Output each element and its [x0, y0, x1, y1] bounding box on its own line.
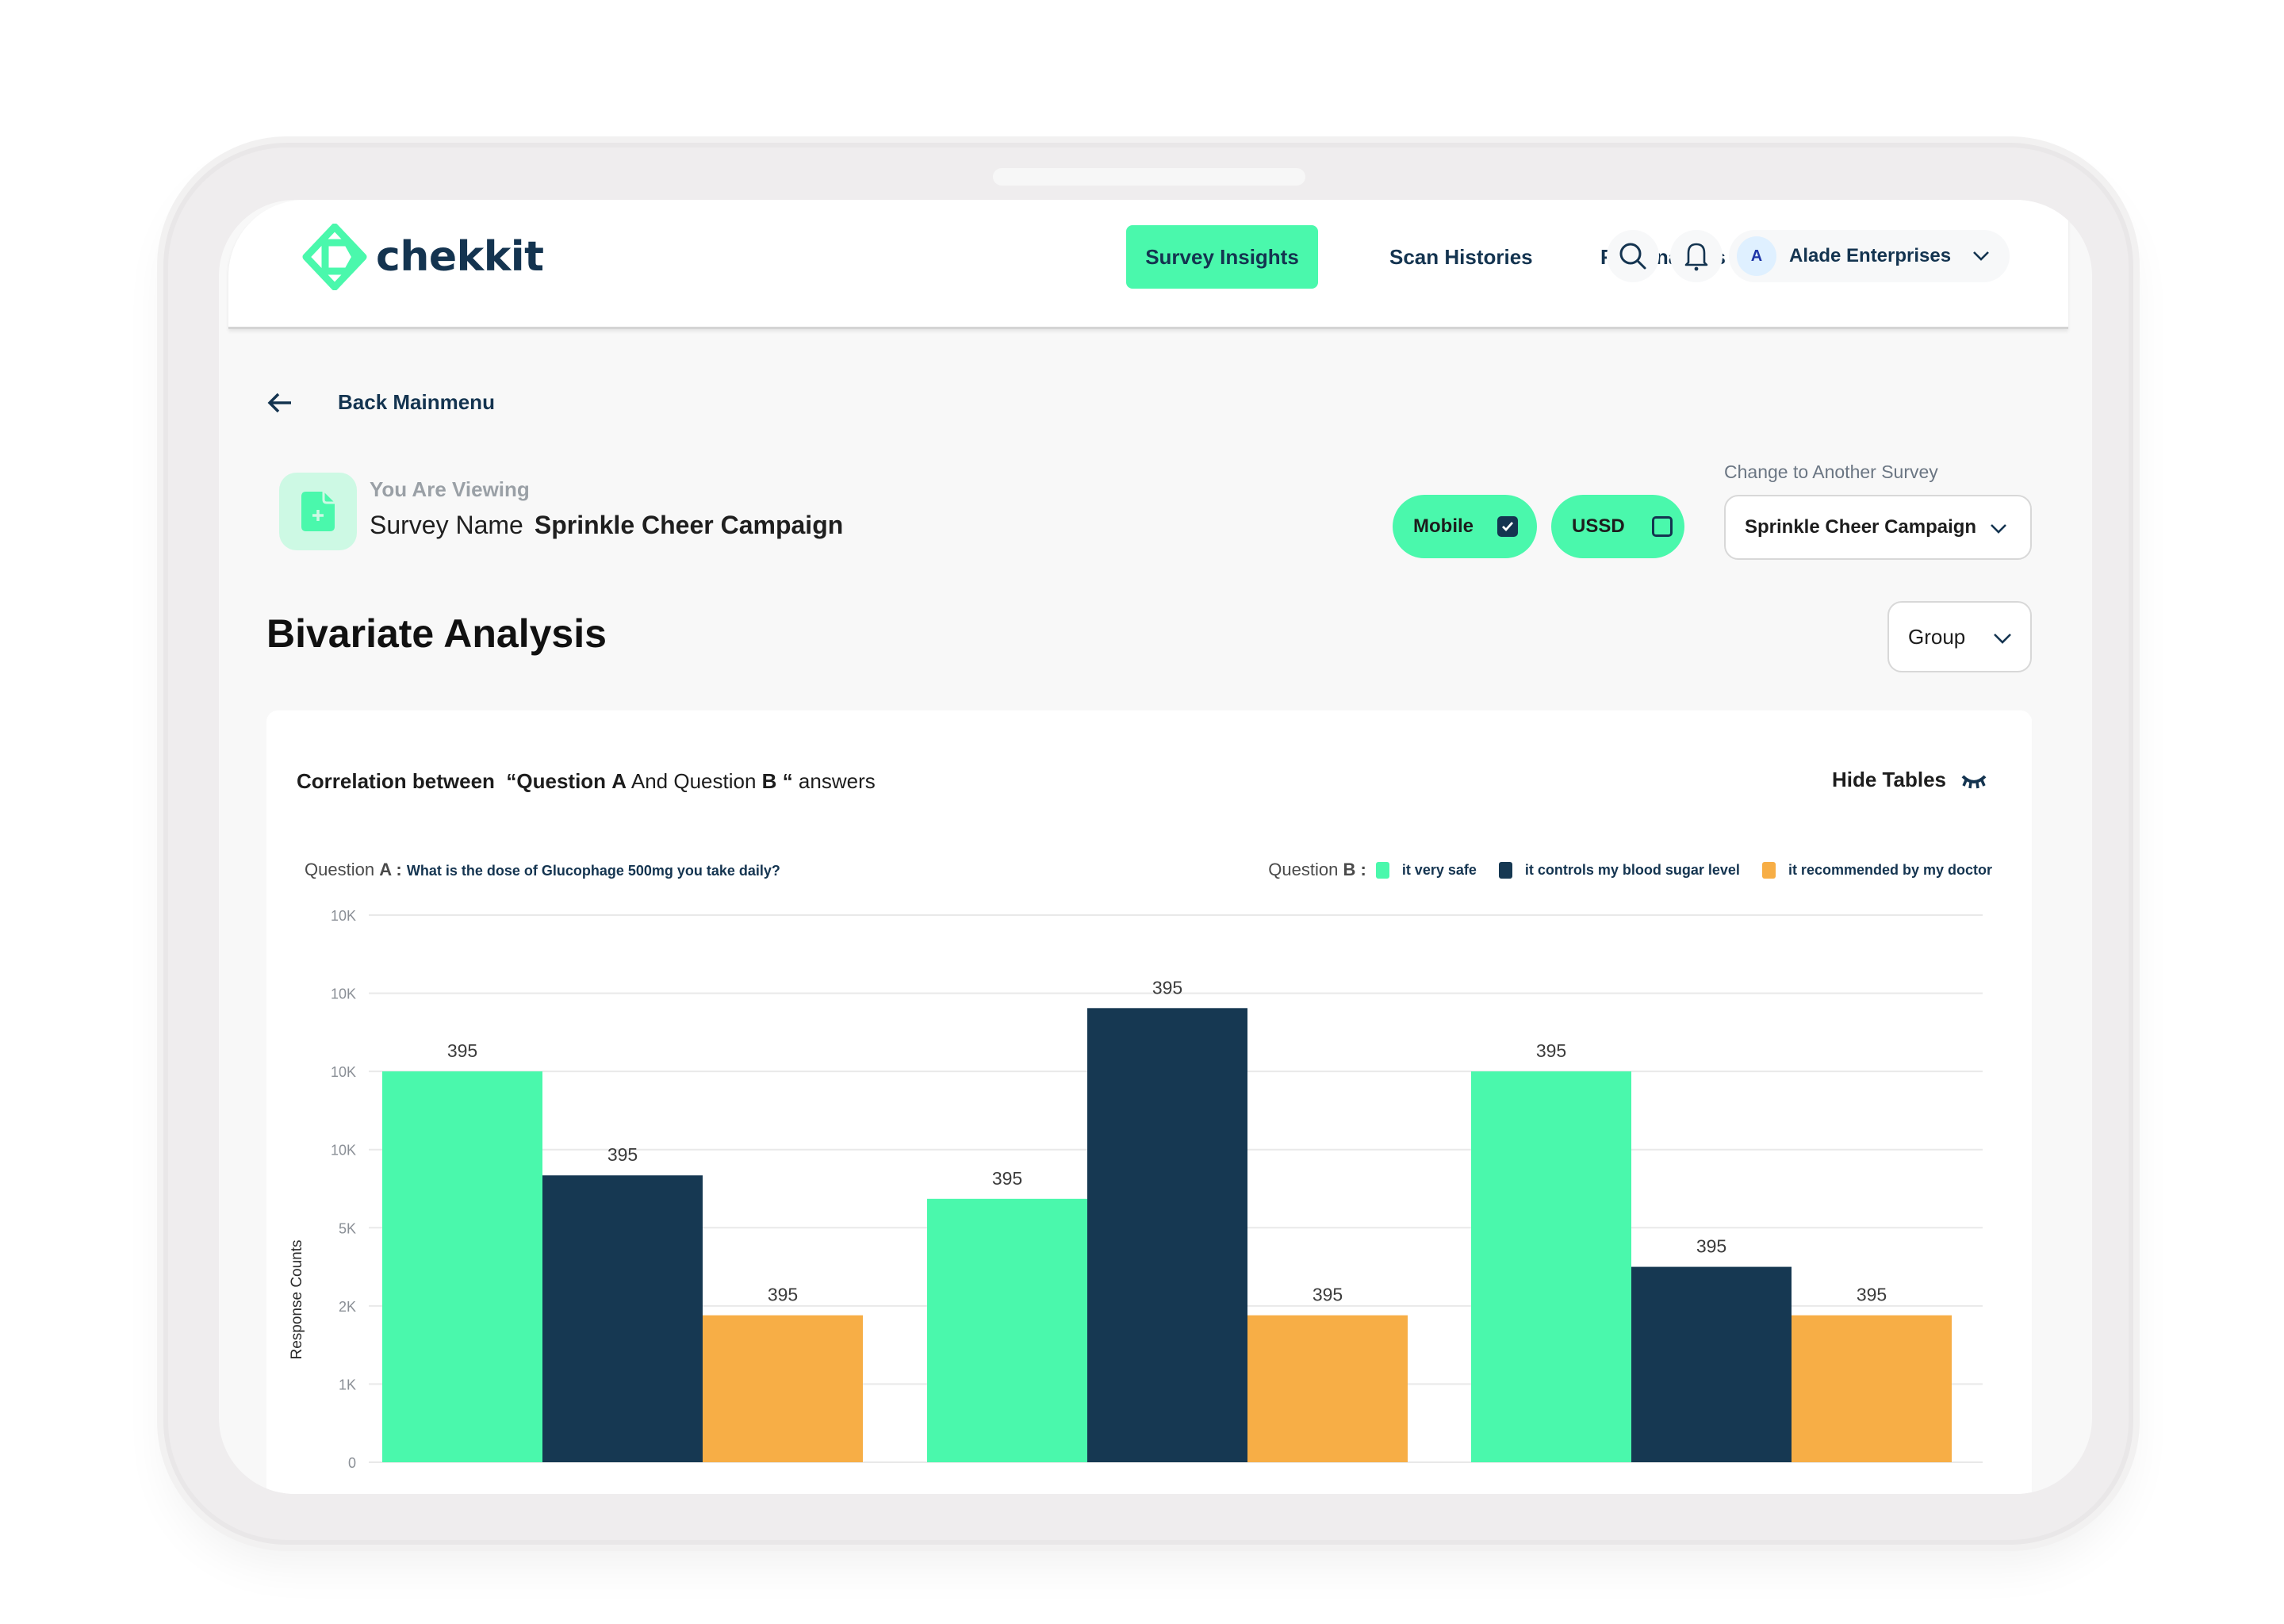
survey-name-line: Survey Name Sprinkle Cheer Campaign	[370, 511, 843, 540]
change-survey-label: Change to Another Survey	[1724, 462, 1938, 482]
you-are-viewing-label: You Are Viewing	[370, 477, 530, 501]
avatar: A	[1737, 236, 1776, 276]
chevron-down-icon	[1991, 524, 2006, 534]
survey-file-icon-badge	[279, 473, 357, 550]
y-axis-title: Response Counts	[289, 1239, 305, 1359]
survey-select[interactable]: Sprinkle Cheer Campaign	[1724, 495, 2032, 560]
checkbox-checked[interactable]	[1497, 516, 1518, 537]
app-screen: chekkit Survey Insights Scan Histories F…	[219, 200, 2092, 1494]
y-tick-label: 10K	[331, 908, 356, 924]
page-title: Bivariate Analysis	[266, 611, 607, 656]
channel-toggle-ussd[interactable]: USSD	[1551, 495, 1684, 558]
bar-value-label: 395	[768, 1285, 798, 1305]
bar-chart: 0 1K 2K 5K 10K 10K 10K 10K Response Counts 395 395…	[289, 908, 1983, 1471]
group-select-value: Group	[1908, 624, 1966, 649]
nav-label: Scan Histories	[1389, 244, 1533, 269]
channel-toggle-mobile[interactable]: Mobile	[1393, 495, 1537, 558]
chevron-down-icon	[1994, 634, 2011, 644]
bar-value-label: 395	[1313, 1285, 1343, 1305]
chevron-down-icon	[1973, 251, 1989, 261]
bar	[703, 1315, 863, 1462]
bell-icon	[1684, 243, 1708, 271]
search-button[interactable]	[1607, 230, 1659, 282]
bar-value-label: 395	[1152, 977, 1182, 998]
group-select[interactable]: Group	[1887, 601, 2032, 672]
survey-name: Sprinkle Cheer Campaign	[534, 511, 844, 539]
channel-label: Mobile	[1413, 515, 1473, 537]
y-tick-label: 10K	[331, 1064, 356, 1080]
account-menu[interactable]: A Alade Enterprises	[1729, 230, 2010, 282]
back-label: Back Mainmenu	[338, 390, 495, 414]
nav-label: Survey Insights	[1145, 244, 1299, 269]
bivariate-chart-card: Correlation between “Question A And Ques…	[266, 710, 2032, 1494]
search-icon	[1619, 243, 1646, 270]
top-navigation: chekkit Survey Insights Scan Histories F…	[228, 200, 2068, 329]
bar-value-label: 395	[1696, 1236, 1726, 1257]
account-name: Alade Enterprises	[1789, 245, 1952, 266]
arrow-left-icon	[267, 393, 291, 412]
checkmark-icon	[1502, 522, 1514, 532]
channel-label: USSD	[1572, 515, 1625, 537]
back-mainmenu-link[interactable]: Back Mainmenu	[266, 390, 495, 415]
bar	[1792, 1315, 1952, 1462]
bar	[1247, 1315, 1408, 1462]
tablet-notch	[993, 168, 1305, 186]
nav-scan-histories[interactable]: Scan Histories	[1389, 225, 1533, 289]
nav-survey-insights[interactable]: Survey Insights	[1126, 225, 1318, 289]
y-tick-label: 10K	[331, 1143, 356, 1159]
y-tick-label: 10K	[331, 986, 356, 1002]
bar	[382, 1071, 542, 1462]
brand-name: chekkit	[376, 233, 544, 281]
y-tick-label: 2K	[339, 1299, 356, 1315]
y-tick-label: 0	[348, 1455, 356, 1471]
y-tick-label: 5K	[339, 1220, 356, 1236]
bar	[1087, 1008, 1247, 1462]
bar	[1631, 1266, 1792, 1462]
chekkit-logo-icon	[302, 224, 367, 290]
notifications-button[interactable]	[1670, 230, 1723, 282]
file-plus-icon	[301, 492, 335, 531]
brand-logo[interactable]: chekkit	[301, 224, 544, 290]
bar-value-label: 395	[607, 1144, 638, 1165]
bar	[542, 1175, 703, 1462]
bar-value-label: 395	[447, 1040, 477, 1061]
bar	[1471, 1071, 1631, 1462]
bar-value-label: 395	[1857, 1285, 1887, 1305]
y-tick-label: 1K	[339, 1377, 356, 1392]
bar-value-label: 395	[992, 1168, 1022, 1189]
bar-value-label: 395	[1536, 1040, 1566, 1061]
survey-name-prefix: Survey Name	[370, 511, 523, 539]
checkbox-unchecked[interactable]	[1651, 516, 1673, 537]
bar	[927, 1198, 1087, 1462]
survey-select-value: Sprinkle Cheer Campaign	[1745, 516, 1977, 538]
